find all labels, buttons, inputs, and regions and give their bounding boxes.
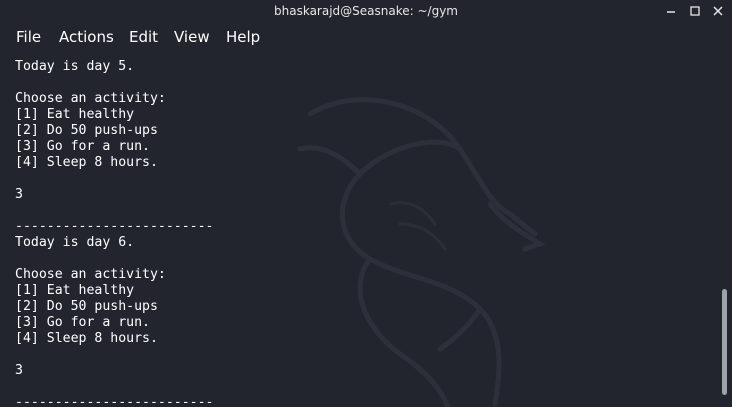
terminal-text: Today is day 5. Choose an activity: [1] Ea… xyxy=(15,59,214,407)
terminal-line: Choose an activity: xyxy=(15,91,166,106)
terminal-line: [1] Eat healthy xyxy=(15,107,135,122)
close-icon[interactable] xyxy=(709,2,727,20)
vertical-scrollbar[interactable] xyxy=(718,54,732,407)
terminal-line: 3 xyxy=(15,363,23,378)
terminal-line: Today is day 6. xyxy=(15,235,135,250)
terminal-line: [1] Eat healthy xyxy=(15,283,135,298)
terminal-line: [2] Do 50 push-ups xyxy=(15,299,158,314)
menu-help[interactable]: Help xyxy=(226,24,260,50)
maximize-icon[interactable] xyxy=(686,2,704,20)
scrollbar-thumb[interactable] xyxy=(722,289,727,395)
menu-actions[interactable]: Actions xyxy=(59,24,114,50)
terminal-line: [4] Sleep 8 hours. xyxy=(15,331,158,346)
menu-edit[interactable]: Edit xyxy=(129,24,158,50)
terminal-line: Choose an activity: xyxy=(15,267,166,282)
terminal-line: [3] Go for a run. xyxy=(15,315,150,330)
terminal-window: bhaskarajd@Seasnake: ~/gym File Actions … xyxy=(0,0,732,407)
terminal-line: ------------------------- xyxy=(15,219,214,234)
terminal-line: Today is day 5. xyxy=(15,59,135,74)
menu-file[interactable]: File xyxy=(16,24,41,50)
menu-bar: File Actions Edit View Help xyxy=(0,24,732,50)
minimize-icon[interactable] xyxy=(662,2,680,20)
terminal-output[interactable]: Today is day 5. Choose an activity: [1] Ea… xyxy=(0,54,718,407)
kali-dragon-logo xyxy=(297,97,546,407)
window-title: bhaskarajd@Seasnake: ~/gym xyxy=(274,4,458,18)
menu-view[interactable]: View xyxy=(174,24,210,50)
terminal-line: ------------------------- xyxy=(15,395,214,407)
terminal-line: [2] Do 50 push-ups xyxy=(15,123,158,138)
terminal-line: 3 xyxy=(15,187,23,202)
terminal-line: [4] Sleep 8 hours. xyxy=(15,155,158,170)
title-bar[interactable]: bhaskarajd@Seasnake: ~/gym xyxy=(0,0,732,22)
terminal-line: [3] Go for a run. xyxy=(15,139,150,154)
